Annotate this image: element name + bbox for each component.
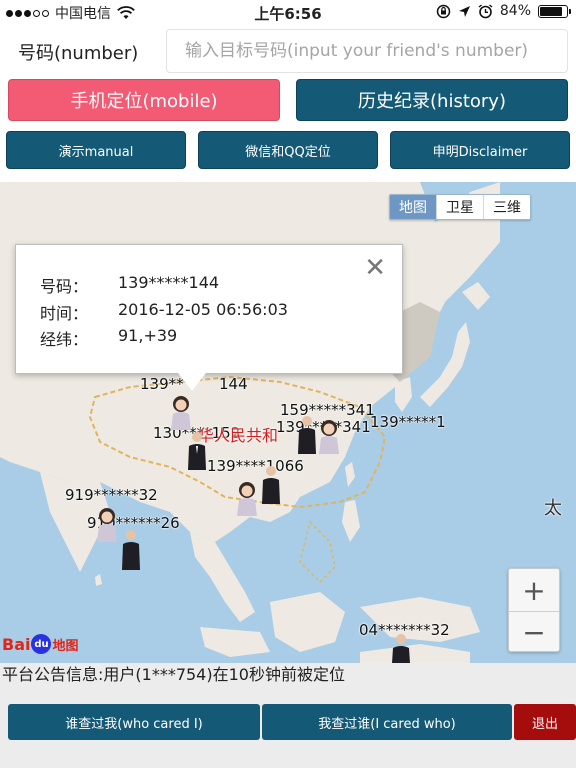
info-coord-value: 91,+39 (118, 326, 178, 345)
ocean-label: 太 (544, 498, 562, 519)
location-info-window: ✕ 号码： 139*****144 时间： 2016-12-05 06:56:0… (15, 244, 403, 374)
map-type-3d[interactable]: 三维 (483, 195, 530, 219)
woman-marker-icon[interactable] (168, 394, 194, 430)
baidu-map-logo: Bai du 地图 (2, 634, 79, 654)
info-number-value: 139*****144 (118, 273, 220, 292)
marker-label: 919******32 (65, 486, 158, 504)
info-time-key: 时间： (40, 304, 89, 323)
status-right: 84% (436, 3, 571, 19)
info-time-value: 2016-12-05 06:56:03 (118, 300, 288, 319)
baidu-paw-icon: du (31, 634, 52, 654)
country-label: 华人民共和 (198, 426, 279, 445)
map-type-switch[interactable]: 地图 卫星 三维 (389, 194, 531, 220)
marker-label: 139****1066 (207, 457, 304, 475)
map-type-satellite[interactable]: 卫星 (436, 195, 483, 219)
rotation-lock-icon (436, 4, 451, 18)
man-marker-icon[interactable] (388, 632, 414, 663)
info-window-pointer (178, 373, 206, 391)
bottom-bar: 谁查过我(who cared I) 我查过谁(I cared who) 退出 (0, 691, 576, 768)
mobile-locate-button[interactable]: 手机定位(mobile) (8, 79, 280, 121)
battery-icon (538, 4, 571, 18)
man-marker-icon[interactable] (258, 464, 284, 504)
disclaimer-button[interactable]: 申明Disclaimer (390, 131, 570, 169)
history-button[interactable]: 历史纪录(history) (296, 79, 568, 121)
wechat-qq-locate-button[interactable]: 微信和QQ定位 (198, 131, 378, 169)
alarm-icon (478, 3, 493, 18)
man-marker-icon[interactable] (118, 528, 144, 570)
woman-marker-icon[interactable] (94, 506, 120, 542)
close-icon[interactable]: ✕ (364, 255, 386, 281)
info-number-key: 号码： (40, 277, 89, 296)
man-marker-icon[interactable] (184, 430, 210, 470)
info-time-row: 时间： 2016-12-05 06:56:03 (40, 300, 288, 324)
location-arrow-icon (458, 5, 470, 17)
info-coord-row: 经纬： 91,+39 (40, 326, 177, 350)
map-view[interactable]: 地图 卫星 三维 139** 144 159*****341 139*****3… (0, 182, 576, 663)
zoom-in-button[interactable]: + (509, 569, 559, 611)
battery-percent: 84% (499, 3, 531, 19)
map-type-standard[interactable]: 地图 (390, 195, 436, 219)
marker-label: 144 (219, 375, 248, 393)
who-cared-me-button[interactable]: 谁查过我(who cared I) (8, 704, 260, 740)
number-row: 号码(number) (0, 24, 576, 76)
exit-button[interactable]: 退出 (514, 704, 576, 740)
i-cared-who-button[interactable]: 我查过谁(I cared who) (262, 704, 512, 740)
zoom-out-button[interactable]: − (509, 611, 559, 653)
manual-button[interactable]: 演示manual (6, 131, 186, 169)
woman-marker-icon[interactable] (234, 480, 260, 516)
info-number-row: 号码： 139*****144 (40, 273, 219, 297)
status-bar: 中国电信 上午6:56 84% (0, 0, 576, 24)
woman-marker-icon[interactable] (316, 418, 342, 454)
number-label: 号码(number) (18, 43, 139, 64)
zoom-control: + − (508, 568, 560, 652)
marker-label: 139*****1 (370, 413, 446, 431)
announcement-text: 平台公告信息:用户(1***754)在10秒钟前被定位 (0, 663, 576, 691)
info-coord-key: 经纬： (40, 330, 89, 349)
number-input[interactable] (166, 29, 568, 73)
